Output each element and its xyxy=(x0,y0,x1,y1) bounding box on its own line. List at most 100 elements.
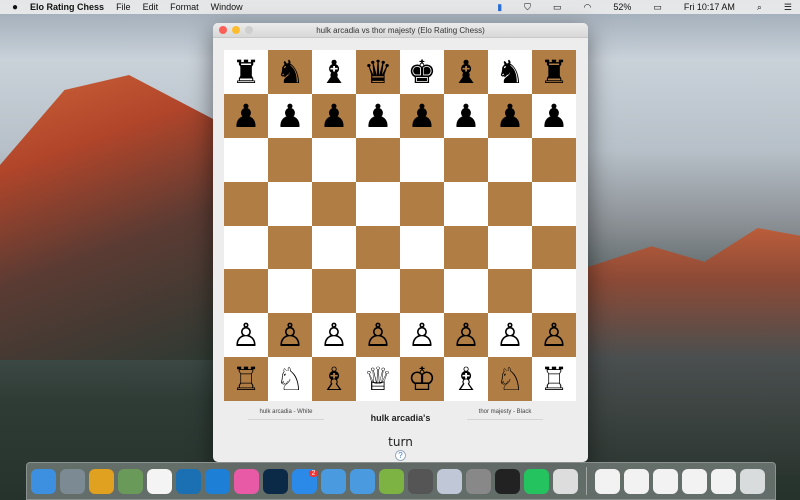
help-button[interactable]: ? xyxy=(395,450,406,461)
square-d6[interactable] xyxy=(356,137,400,182)
square-g3[interactable] xyxy=(488,269,532,314)
square-b8[interactable]: ♞ xyxy=(268,50,312,94)
notification-center-icon[interactable]: ☰ xyxy=(784,2,792,13)
square-d5[interactable] xyxy=(356,181,400,226)
chess-board[interactable]: ♜ ♞ ♝ ♛ ♚ ♝ ♞ ♜ ♟ ♟ ♟ ♟ ♟ ♟ ♟ ♟ ♙ ♙ ♙ ♙ ♙ ♙ ♙ ♙ ♖ ♘ ♗ ♕ ♔ ♗ ♘ ♖ xyxy=(224,50,576,402)
square-b2[interactable]: ♙ xyxy=(268,313,312,358)
dock-frame-icon[interactable] xyxy=(176,468,201,494)
square-f4[interactable] xyxy=(444,225,488,270)
square-a3[interactable] xyxy=(224,269,268,314)
dock-app-store-icon[interactable]: 2 xyxy=(292,468,319,494)
square-h4[interactable] xyxy=(532,225,576,270)
dock-screenshot-3-icon[interactable] xyxy=(682,468,707,494)
square-b1[interactable]: ♘ xyxy=(268,357,312,402)
black-piece[interactable]: ♟ xyxy=(320,100,349,132)
black-piece[interactable]: ♝ xyxy=(320,56,349,88)
white-piece[interactable]: ♙ xyxy=(496,319,525,351)
dock-globe-icon[interactable] xyxy=(118,468,143,494)
spotlight-icon[interactable]: ⌕ xyxy=(757,2,762,13)
white-piece[interactable]: ♙ xyxy=(452,319,481,351)
square-g7[interactable]: ♟ xyxy=(488,93,532,138)
square-b7[interactable]: ♟ xyxy=(268,93,312,138)
white-piece[interactable]: ♗ xyxy=(320,363,349,395)
white-piece[interactable]: ♙ xyxy=(320,319,349,351)
square-c2[interactable]: ♙ xyxy=(312,313,356,358)
square-f8[interactable]: ♝ xyxy=(444,50,488,94)
dock-android-studio-icon[interactable] xyxy=(379,468,404,494)
square-d8[interactable]: ♛ xyxy=(356,50,400,94)
square-c1[interactable]: ♗ xyxy=(312,357,356,402)
square-e7[interactable]: ♟ xyxy=(400,93,444,138)
square-g1[interactable]: ♘ xyxy=(488,357,532,402)
square-h6[interactable] xyxy=(532,137,576,182)
square-a6[interactable] xyxy=(224,137,268,182)
square-f6[interactable] xyxy=(444,137,488,182)
status-app-icon[interactable]: ▮ xyxy=(497,2,502,13)
square-c7[interactable]: ♟ xyxy=(312,93,356,138)
minimize-button[interactable] xyxy=(232,26,240,34)
white-piece[interactable]: ♗ xyxy=(452,363,481,395)
square-c4[interactable] xyxy=(312,225,356,270)
square-f7[interactable]: ♟ xyxy=(444,93,488,138)
airplay-icon[interactable]: ▭ xyxy=(553,2,562,13)
square-h2[interactable]: ♙ xyxy=(532,313,576,358)
black-piece[interactable]: ♟ xyxy=(408,100,437,132)
square-e3[interactable] xyxy=(400,269,444,314)
white-piece[interactable]: ♙ xyxy=(364,319,393,351)
menu-edit[interactable]: Edit xyxy=(143,2,159,12)
dock-screenshot-4-icon[interactable] xyxy=(711,468,736,494)
black-piece[interactable]: ♚ xyxy=(408,56,437,88)
dock-settings-icon[interactable] xyxy=(437,468,462,494)
square-a4[interactable] xyxy=(224,225,268,270)
square-h1[interactable]: ♖ xyxy=(532,357,576,402)
black-piece[interactable]: ♛ xyxy=(364,56,393,88)
black-piece[interactable]: ♜ xyxy=(232,56,261,88)
square-d2[interactable]: ♙ xyxy=(356,313,400,358)
square-e2[interactable]: ♙ xyxy=(400,313,444,358)
square-e4[interactable] xyxy=(400,225,444,270)
white-piece[interactable]: ♕ xyxy=(364,363,393,395)
dock-chrome-icon[interactable] xyxy=(89,468,114,494)
square-b5[interactable] xyxy=(268,181,312,226)
square-f1[interactable]: ♗ xyxy=(444,357,488,402)
apple-icon[interactable]: ● xyxy=(12,2,18,13)
dock-system-preferences-icon[interactable] xyxy=(408,468,433,494)
square-d1[interactable]: ♕ xyxy=(356,357,400,402)
clock[interactable]: Fri 10:17 AM xyxy=(684,2,735,12)
square-g2[interactable]: ♙ xyxy=(488,313,532,358)
square-c3[interactable] xyxy=(312,269,356,314)
menu-file[interactable]: File xyxy=(116,2,131,12)
menu-window[interactable]: Window xyxy=(211,2,243,12)
dock-finder-icon[interactable] xyxy=(31,468,56,494)
black-piece[interactable]: ♟ xyxy=(364,100,393,132)
white-piece[interactable]: ♙ xyxy=(232,319,261,351)
square-e5[interactable] xyxy=(400,181,444,226)
square-f3[interactable] xyxy=(444,269,488,314)
square-g8[interactable]: ♞ xyxy=(488,50,532,94)
battery-percent[interactable]: 52% xyxy=(613,2,631,12)
dock-xcode-icon[interactable] xyxy=(321,468,346,494)
square-a5[interactable] xyxy=(224,181,268,226)
square-f5[interactable] xyxy=(444,181,488,226)
menu-app-name[interactable]: Elo Rating Chess xyxy=(30,2,104,12)
white-piece[interactable]: ♙ xyxy=(408,319,437,351)
square-c5[interactable] xyxy=(312,181,356,226)
square-d3[interactable] xyxy=(356,269,400,314)
square-h7[interactable]: ♟ xyxy=(532,93,576,138)
dock-document-icon[interactable] xyxy=(595,468,620,494)
dock-itunes-icon[interactable] xyxy=(234,468,259,494)
square-b6[interactable] xyxy=(268,137,312,182)
white-piece[interactable]: ♘ xyxy=(496,363,525,395)
zoom-button[interactable] xyxy=(245,26,253,34)
close-button[interactable] xyxy=(219,26,227,34)
dock-teamviewer-icon[interactable] xyxy=(205,468,230,494)
black-piece[interactable]: ♞ xyxy=(496,56,525,88)
menu-format[interactable]: Format xyxy=(170,2,199,12)
white-piece[interactable]: ♙ xyxy=(276,319,305,351)
square-e1[interactable]: ♔ xyxy=(400,357,444,402)
square-g4[interactable] xyxy=(488,225,532,270)
black-piece[interactable]: ♟ xyxy=(496,100,525,132)
white-piece[interactable]: ♘ xyxy=(276,363,305,395)
dock-photo-icon[interactable] xyxy=(553,468,578,494)
title-bar[interactable]: hulk arcadia vs thor majesty (Elo Rating… xyxy=(213,23,588,38)
